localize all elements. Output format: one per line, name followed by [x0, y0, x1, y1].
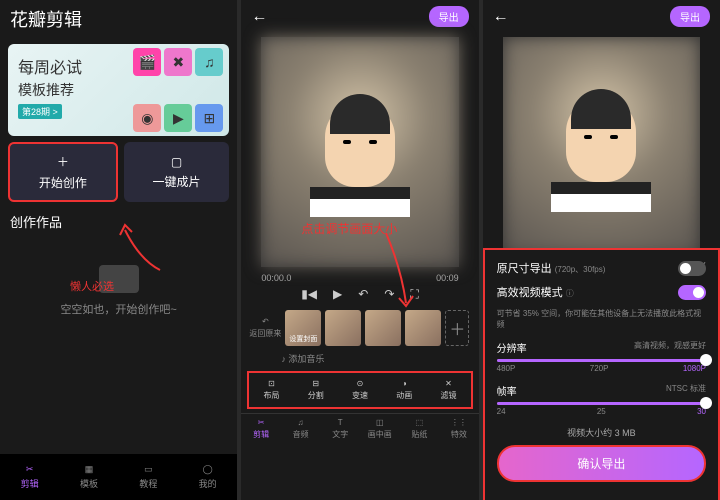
scissors-icon: ✂ — [26, 464, 34, 475]
fx-icon: ⋮⋮ — [451, 418, 467, 427]
reel-icon: ◉ — [133, 104, 161, 132]
timeline-undo[interactable]: ↶返回原来 — [249, 317, 281, 339]
original-size-label: 原尺寸导出 — [497, 263, 552, 275]
time-current: 00:00.0 — [261, 273, 291, 283]
tool-animate[interactable]: ◑动画 — [382, 379, 426, 401]
export-button[interactable]: 导出 — [429, 6, 469, 27]
filter-icon: ✕ — [445, 379, 452, 388]
logo-icon: ✖ — [164, 48, 192, 76]
tab-edit[interactable]: ✂剪辑 — [0, 454, 59, 500]
export-panel: ⌄ 原尺寸导出 (720p、30fps) 高效视频模式 ⓘ 可节省 35% 空间… — [483, 248, 720, 500]
scissors-icon: ✂ — [258, 418, 265, 427]
back-button[interactable]: ← — [493, 8, 509, 26]
back-button[interactable]: ← — [251, 8, 267, 26]
timeline[interactable]: ↶返回原来 设置封面 ＋ — [241, 306, 478, 350]
add-music-button[interactable]: ♪ 添加音乐 — [241, 350, 478, 367]
annotation-lazy: 懒人必选 — [70, 278, 114, 294]
arrow-annotation-icon — [110, 220, 170, 280]
efficient-note: 可节省 35% 空间，你可能在其他设备上无法播放此格式视频 — [497, 308, 706, 330]
play-button[interactable]: ▶ — [333, 287, 342, 302]
info-icon[interactable]: ⓘ — [566, 289, 574, 298]
grid-icon: ▦ — [85, 464, 94, 475]
resolution-label: 分辨率 — [497, 340, 527, 355]
btool-fx[interactable]: ⋮⋮特效 — [439, 418, 479, 440]
plus-icon: ＋ — [57, 153, 69, 170]
btool-sticker[interactable]: ⬚贴纸 — [400, 418, 440, 440]
tool-split[interactable]: ⊟分割 — [294, 379, 338, 401]
btool-audio[interactable]: ♫音频 — [281, 418, 321, 440]
tab-templates[interactable]: ▦模板 — [59, 454, 118, 500]
clip-thumb[interactable] — [405, 310, 441, 346]
tool-layout[interactable]: ⊡布局 — [249, 379, 293, 401]
export-button[interactable]: 导出 — [670, 6, 710, 27]
banner-line2: 模板推荐 — [18, 80, 219, 100]
sticker-icon: ⬚ — [416, 418, 424, 427]
bottom-tools-row: ✂剪辑 ♫音频 T文字 ◫画中画 ⬚贴纸 ⋮⋮特效 — [241, 413, 478, 444]
clapper-icon: 🎬 — [133, 48, 161, 76]
note-icon: ♫ — [298, 418, 304, 427]
efficient-mode-toggle[interactable] — [678, 285, 706, 300]
video-size-text: 视频大小约 3 MB — [497, 426, 706, 439]
framerate-slider[interactable] — [497, 402, 706, 405]
home-screen: 花瓣剪辑 每周必试 模板推荐 第28期 > 🎬 ✖ ♫ ◉ ▶ ⊞ ＋ 开始创作… — [0, 0, 237, 500]
quick-movie-button[interactable]: ▢ 一键成片 — [124, 142, 230, 202]
fx-icon: ⊞ — [195, 104, 223, 132]
add-clip-button[interactable]: ＋ — [445, 310, 469, 346]
music-icon: ♫ — [195, 48, 223, 76]
efficient-mode-label: 高效视频模式 — [497, 287, 563, 299]
original-size-toggle[interactable] — [678, 261, 706, 276]
pip-icon: ◫ — [376, 418, 384, 427]
playback-controls: ▮◀ ▶ ↶ ↷ ⛶ — [241, 283, 478, 306]
template-banner[interactable]: 每周必试 模板推荐 第28期 > 🎬 ✖ ♫ ◉ ▶ ⊞ — [8, 44, 229, 136]
split-icon: ⊟ — [312, 379, 319, 388]
book-icon: ▭ — [144, 464, 153, 475]
person-icon: ◯ — [203, 464, 213, 475]
preview-character — [320, 102, 400, 202]
camera-icon: ▢ — [171, 155, 182, 169]
animate-icon: ◑ — [402, 379, 407, 388]
banner-badge: 第28期 > — [18, 104, 62, 119]
btool-pip[interactable]: ◫画中画 — [360, 418, 400, 440]
confirm-export-button[interactable]: 确认导出 — [497, 445, 706, 482]
clip-tools-row: ⊡布局 ⊟分割 ⊙变速 ◑动画 ✕滤镜 — [247, 371, 472, 409]
arrow-annotation-icon — [381, 228, 421, 308]
btool-text[interactable]: T文字 — [320, 418, 360, 440]
play-icon: ▶ — [164, 104, 192, 132]
tab-tutorial[interactable]: ▭教程 — [119, 454, 178, 500]
btool-clip[interactable]: ✂剪辑 — [241, 418, 281, 440]
time-total: 00:09 — [436, 273, 459, 283]
tab-mine[interactable]: ◯我的 — [178, 454, 237, 500]
video-preview — [503, 37, 700, 257]
tool-speed[interactable]: ⊙变速 — [338, 379, 382, 401]
clip-thumb-cover[interactable]: 设置封面 — [285, 310, 321, 346]
speed-icon: ⊙ — [357, 379, 364, 388]
text-icon: T — [338, 418, 343, 427]
framerate-label: 帧率 — [497, 383, 517, 398]
start-create-button[interactable]: ＋ 开始创作 — [8, 142, 118, 202]
undo-button[interactable]: ↶ — [358, 287, 368, 302]
layout-icon: ⊡ — [268, 379, 275, 388]
app-title: 花瓣剪辑 — [0, 0, 237, 38]
clip-thumb[interactable] — [325, 310, 361, 346]
prev-button[interactable]: ▮◀ — [301, 287, 317, 302]
export-screen: ← 导出 ⌄ 原尺寸导出 (720p、30fps) 高效视频模式 ⓘ 可节省 3… — [483, 0, 720, 500]
resolution-slider[interactable] — [497, 359, 706, 362]
bottom-tabbar: ✂剪辑 ▦模板 ▭教程 ◯我的 — [0, 454, 237, 500]
editor-screen: ← 导出 点击调节画面大小 00:00.0 00:09 ▮◀ ▶ ↶ ↷ ⛶ ↶… — [241, 0, 478, 500]
tool-filter[interactable]: ✕滤镜 — [426, 379, 470, 401]
clip-thumb[interactable] — [365, 310, 401, 346]
